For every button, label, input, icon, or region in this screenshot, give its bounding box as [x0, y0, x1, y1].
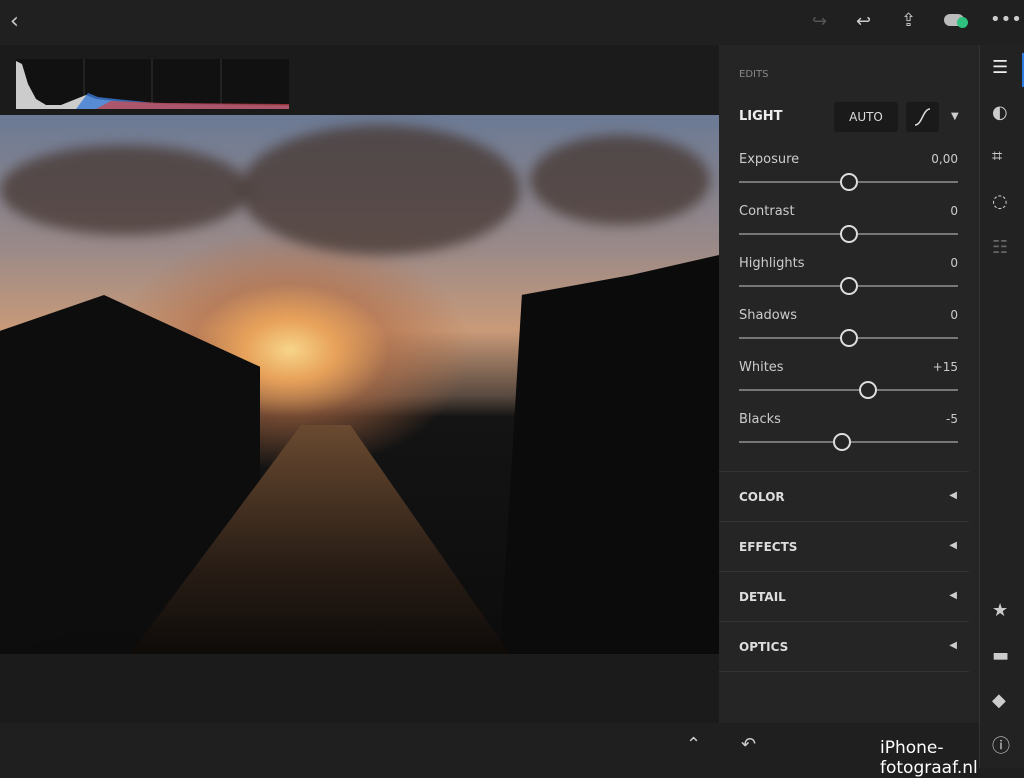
reset-icon[interactable]: ↶	[741, 735, 756, 755]
presets-icon[interactable]: ◐	[992, 103, 1008, 123]
watermark: iPhone-fotograaf.nl	[880, 738, 978, 778]
slider-thumb[interactable]	[839, 329, 858, 347]
expand-arrow-icon: ◀	[949, 640, 957, 651]
section-effects[interactable]: EFFECTS ◀	[719, 521, 969, 571]
photo-canvas	[0, 45, 719, 723]
section-title: EFFECTS	[739, 540, 798, 554]
tag-icon[interactable]: ◆	[992, 691, 1006, 711]
slider-label: Contrast	[739, 204, 795, 219]
expand-arrow-icon: ◀	[949, 590, 957, 601]
slider-exposure[interactable]: Exposure 0,00	[739, 152, 958, 196]
star-icon[interactable]: ★	[992, 601, 1008, 621]
slider-thumb[interactable]	[839, 277, 858, 295]
crop-icon[interactable]: ⌗	[992, 147, 1002, 167]
versions-icon[interactable]: ☷	[992, 238, 1008, 258]
slider-thumb[interactable]	[832, 433, 851, 451]
share-icon[interactable]: ⇪	[901, 11, 916, 31]
tool-rail: ☰ ◐ ⌗ ◌ ☷ ★ ▬ ◆ ⓘ	[979, 45, 1024, 768]
light-title: LIGHT	[739, 109, 783, 124]
slider-value[interactable]: -5	[946, 412, 958, 426]
sync-status-dot	[957, 17, 968, 28]
curve-icon	[914, 108, 931, 126]
slider-label: Whites	[739, 360, 784, 375]
more-icon[interactable]: •••	[990, 10, 1022, 30]
slider-label: Highlights	[739, 256, 805, 271]
slider-label: Shadows	[739, 308, 798, 323]
redo-icon[interactable]: ↪	[812, 12, 827, 32]
bottom-bar: ⌃ ↶	[0, 723, 979, 768]
slider-label: Exposure	[739, 152, 800, 167]
section-detail[interactable]: DETAIL ◀	[719, 571, 969, 621]
slider-value[interactable]: 0	[950, 308, 958, 322]
selective-icon[interactable]: ◌	[992, 192, 1008, 212]
section-optics[interactable]: OPTICS ◀	[719, 621, 969, 671]
slider-label: Blacks	[739, 412, 781, 427]
slider-thumb[interactable]	[839, 173, 858, 191]
slider-shadows[interactable]: Shadows 0	[739, 308, 958, 352]
expand-arrow-icon: ◀	[949, 490, 957, 501]
back-icon[interactable]: ‹	[10, 11, 19, 33]
auto-button[interactable]: AUTO	[834, 102, 898, 132]
slider-contrast[interactable]: Contrast 0	[739, 204, 958, 248]
slider-highlights[interactable]: Highlights 0	[739, 256, 958, 300]
slider-thumb[interactable]	[859, 381, 878, 399]
slider-blacks[interactable]: Blacks -5	[739, 412, 958, 456]
edit-sliders-icon[interactable]: ☰	[992, 58, 1008, 78]
slider-track[interactable]	[739, 389, 958, 391]
divider	[719, 671, 969, 672]
slider-value[interactable]: +15	[933, 360, 958, 374]
edit-panel: EDITS LIGHT AUTO ▼ Exposure 0,00 Contrast 0…	[719, 45, 979, 723]
slider-thumb[interactable]	[839, 225, 858, 243]
undo-icon[interactable]: ↩	[856, 12, 871, 32]
filmstrip-icon[interactable]: ⌃	[686, 735, 701, 755]
edits-title: EDITS	[739, 69, 769, 80]
section-color[interactable]: COLOR ◀	[719, 471, 969, 521]
photo[interactable]	[0, 115, 719, 654]
comment-icon[interactable]: ▬	[992, 646, 1009, 666]
section-title: OPTICS	[739, 640, 789, 654]
slider-value[interactable]: 0	[950, 256, 958, 270]
slider-value[interactable]: 0,00	[931, 152, 958, 166]
histogram	[16, 59, 289, 109]
expand-arrow-icon: ◀	[949, 540, 957, 551]
top-bar: ‹ ↪ ↩ ⇪ •••	[0, 0, 1024, 45]
slider-whites[interactable]: Whites +15	[739, 360, 958, 404]
section-title: COLOR	[739, 490, 785, 504]
light-collapse-icon[interactable]: ▼	[951, 111, 959, 122]
tone-curve-button[interactable]	[906, 102, 939, 132]
cloud-sync-icon[interactable]	[944, 14, 968, 28]
section-title: DETAIL	[739, 590, 786, 604]
slider-value[interactable]: 0	[950, 204, 958, 218]
